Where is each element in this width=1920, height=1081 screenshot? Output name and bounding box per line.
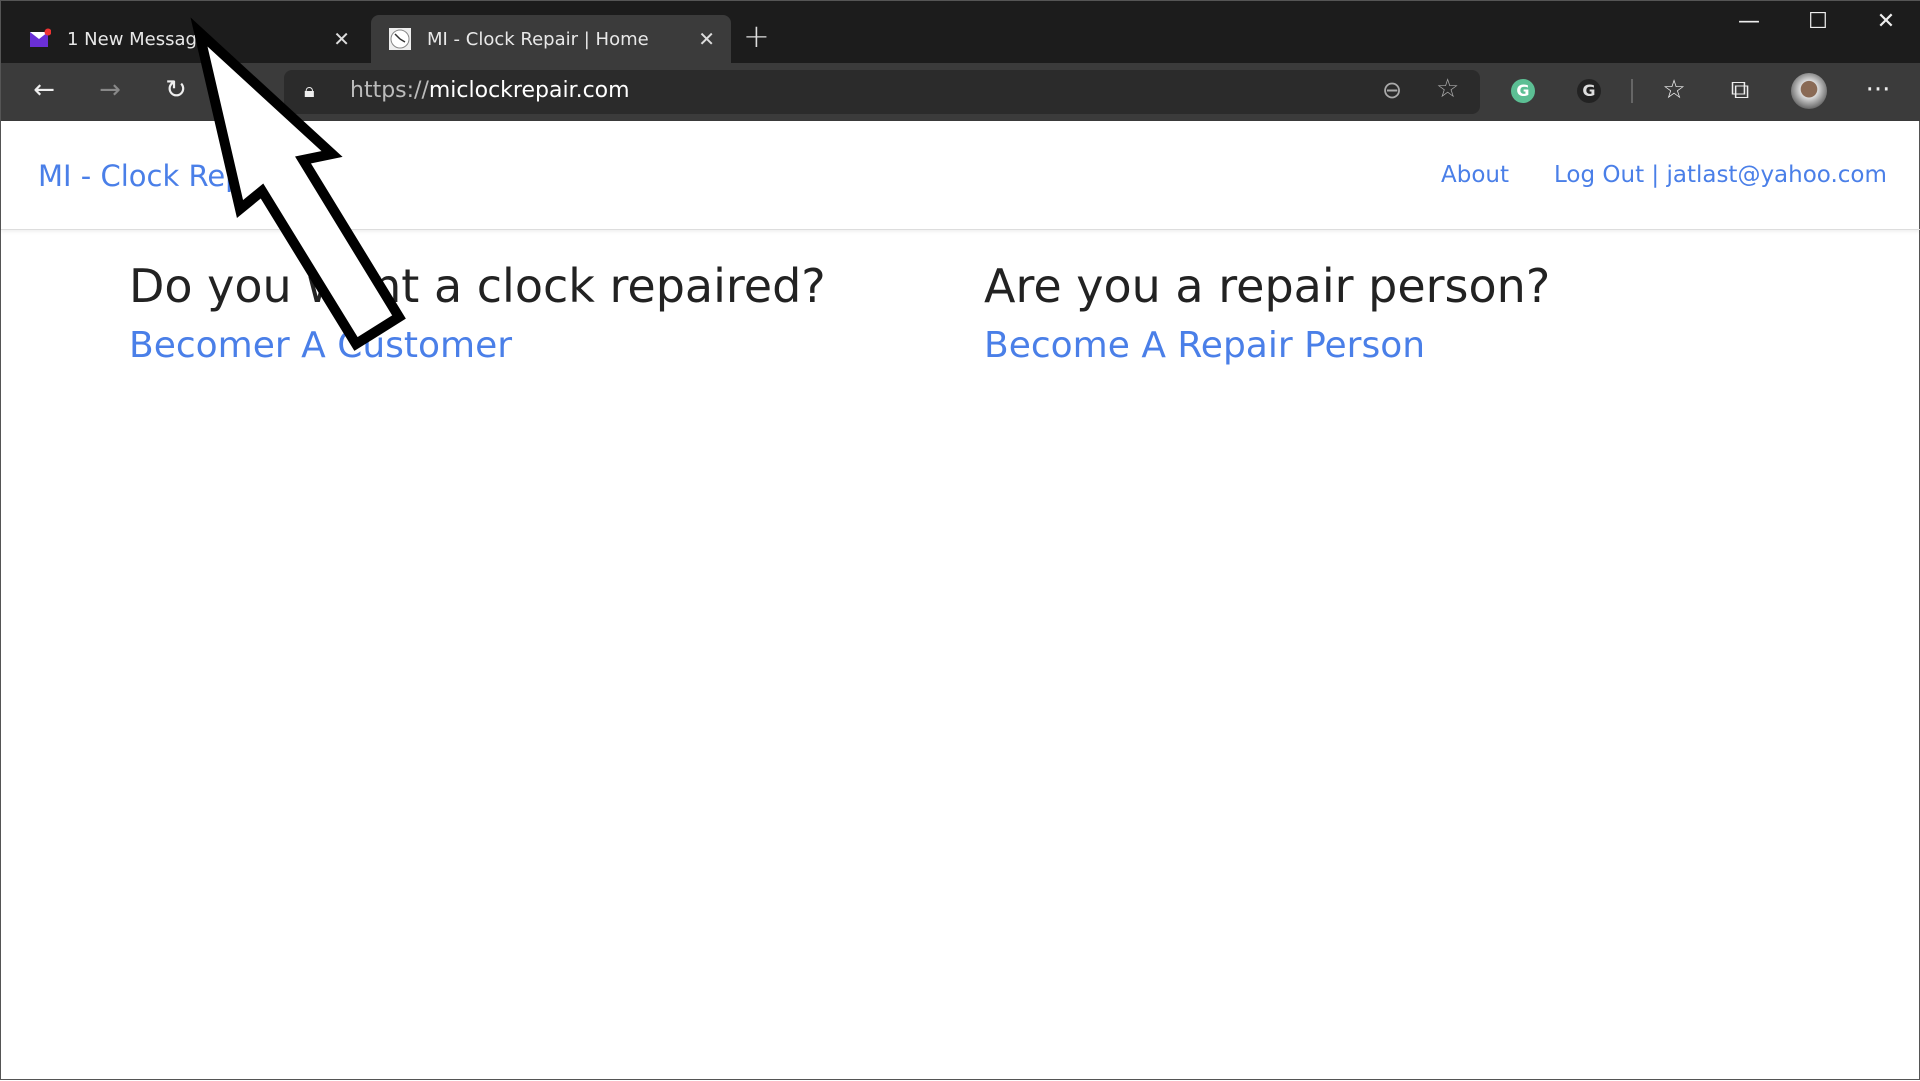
address-bar[interactable]: 🔒︎ https://miclockrepair.com ⊖ ☆: [284, 70, 1480, 114]
logout-link[interactable]: Log Out | jatlast@yahoo.com: [1554, 162, 1887, 188]
tab-new-message[interactable]: 1 New Message ✕: [1, 15, 366, 63]
profile-avatar[interactable]: [1791, 73, 1827, 109]
close-tab-icon[interactable]: ✕: [698, 27, 715, 51]
brand-link[interactable]: MI - Clock Repair: [38, 159, 281, 193]
about-link[interactable]: About: [1441, 162, 1509, 188]
new-tab-button[interactable]: +: [743, 17, 770, 55]
mail-icon: [29, 28, 52, 50]
lock-icon: 🔒︎: [304, 78, 315, 102]
favorites-icon[interactable]: ☆: [1654, 75, 1694, 105]
grammarly-icon[interactable]: G: [1511, 79, 1535, 103]
url-scheme: https://: [350, 78, 429, 103]
browser-toolbar: ← → ↻ ⌂ 🔒︎ https://miclockrepair.com ⊖ ☆…: [1, 63, 1920, 121]
site-navbar: MI - Clock Repair About Log Out | jatlas…: [1, 121, 1920, 230]
maximize-button[interactable]: ☐: [1798, 9, 1838, 34]
close-tab-icon[interactable]: ✕: [333, 27, 350, 51]
clock-icon: [389, 28, 411, 50]
customer-section: Do you want a clock repaired? Becomer A …: [129, 256, 826, 376]
add-favorite-icon[interactable]: ☆: [1436, 74, 1459, 104]
close-window-button[interactable]: ✕: [1866, 9, 1906, 34]
home-icon[interactable]: ⌂: [222, 75, 262, 105]
extension-g-icon[interactable]: G: [1577, 79, 1601, 103]
url-host: miclockrepair.com: [428, 78, 630, 103]
tab-clock-repair[interactable]: MI - Clock Repair | Home ✕: [371, 15, 731, 63]
tab-title: MI - Clock Repair | Home: [427, 28, 649, 50]
become-repair-person-link[interactable]: Become A Repair Person: [984, 325, 1425, 366]
url-text: https://miclockrepair.com: [350, 78, 630, 103]
repair-section: Are you a repair person? Become A Repair…: [984, 256, 1550, 376]
toolbar-divider: [1631, 79, 1633, 103]
back-icon[interactable]: ←: [24, 75, 64, 105]
repair-heading: Are you a repair person?: [984, 259, 1551, 313]
forward-icon[interactable]: →: [90, 75, 130, 105]
customer-heading: Do you want a clock repaired?: [129, 259, 826, 313]
zoom-out-icon[interactable]: ⊖: [1382, 76, 1402, 104]
more-menu-icon[interactable]: ···: [1858, 75, 1898, 105]
become-customer-link[interactable]: Becomer A Customer: [129, 325, 512, 366]
tab-strip: 1 New Message ✕ MI - Clock Repair | Home…: [1, 1, 1920, 63]
tab-title: 1 New Message: [67, 28, 209, 50]
collections-icon[interactable]: ⧉: [1720, 75, 1760, 106]
refresh-icon[interactable]: ↻: [156, 75, 196, 105]
minimize-button[interactable]: —: [1729, 9, 1769, 34]
